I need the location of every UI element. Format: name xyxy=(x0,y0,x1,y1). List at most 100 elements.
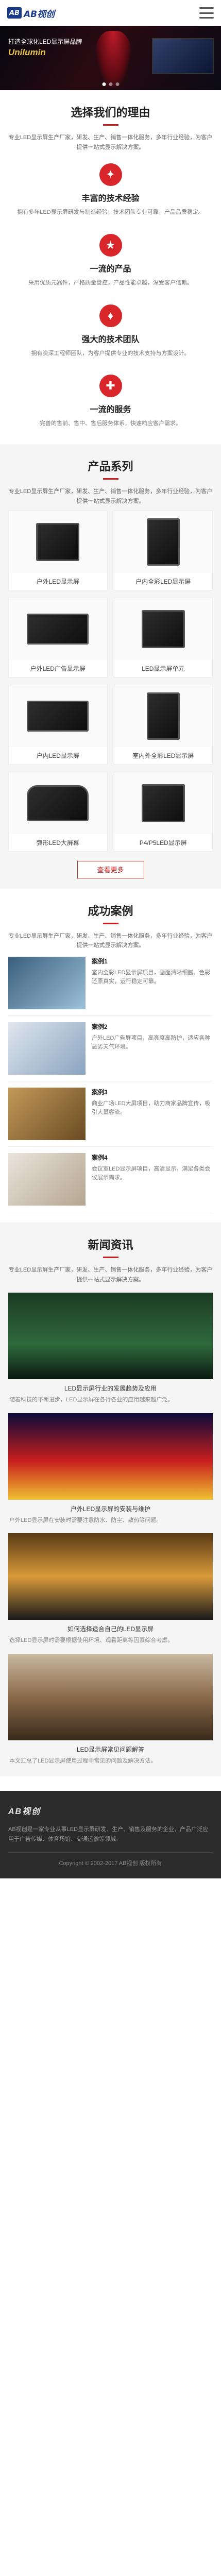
reason-desc: 拥有资深工程师团队，为客户提供专业的技术支持与方案设计。 xyxy=(31,350,190,357)
product-card[interactable]: 户内全彩LED显示屏 xyxy=(113,510,213,590)
product-grid: 户外LED显示屏 户内全彩LED显示屏 户外LED广告显示屏 LED显示屏单元 … xyxy=(8,510,213,852)
news-item[interactable]: LED显示屏常见问题解答 本文汇总了LED显示屏使用过程中常见的问题及解决方法。 xyxy=(8,1654,213,1766)
section-title: 成功案例 xyxy=(88,904,133,918)
title-divider xyxy=(103,124,118,126)
product-image xyxy=(9,685,107,747)
footer-text: AB视创是一家专业从事LED显示屏研发、生产、销售及服务的企业，产品广泛应用于广… xyxy=(8,1826,209,1843)
banner-pagination xyxy=(102,82,119,86)
news-item[interactable]: LED显示屏行业的发展趋势及应用 随着科技的不断进步，LED显示屏在各行各业的应… xyxy=(8,1293,213,1405)
product-card[interactable]: P4/P5LED显示屏 xyxy=(113,771,213,852)
product-name: 户内全彩LED显示屏 xyxy=(135,578,191,585)
top-bar: AB AB视创 xyxy=(0,0,221,26)
banner-brand: Unilumin xyxy=(8,47,46,57)
product-image xyxy=(9,772,107,834)
hero-banner[interactable]: 打造全球化LED显示屏品牌 Unilumin xyxy=(0,26,221,90)
news-desc: 选择LED显示屏时需要根据使用环境、观看距离等因素综合考虑。 xyxy=(9,1637,174,1644)
case-image xyxy=(8,1153,86,1206)
product-name: 户外LED显示屏 xyxy=(36,578,79,585)
product-card[interactable]: 弧形LED大屏幕 xyxy=(8,771,108,852)
banner-dot[interactable] xyxy=(115,82,119,86)
case-item[interactable]: 案例3 商业广场LED大屏项目，助力商家品牌宣传，吸引大量客流。 xyxy=(8,1081,213,1147)
section-title: 新闻资讯 xyxy=(88,1238,133,1251)
case-image xyxy=(8,1022,86,1075)
product-image xyxy=(9,511,107,573)
footer-logo: AB视创 xyxy=(8,1807,41,1816)
section-intro: 专业LED显示屏生产厂家，研发、生产、销售一体化服务，多年行业经验，为客户提供一… xyxy=(8,134,213,150)
banner-screen-image xyxy=(152,38,214,74)
news-caption: LED显示屏行业的发展趋势及应用 xyxy=(64,1385,157,1393)
title-divider xyxy=(103,478,118,480)
reason-title: 一流的服务 xyxy=(90,405,131,415)
reason-desc: 完善的售前、售中、售后服务体系，快速响应客户需求。 xyxy=(40,420,181,427)
banner-headline: 打造全球化LED显示屏品牌 xyxy=(8,38,82,45)
cases-section: 成功案例 专业LED显示屏生产厂家，研发、生产、销售一体化服务，多年行业经验，为… xyxy=(0,889,221,1223)
logo-text: AB视创 xyxy=(24,9,55,20)
case-title: 案例1 xyxy=(92,957,108,965)
experience-icon: ✦ xyxy=(99,163,122,187)
product-image xyxy=(114,598,212,660)
news-caption: LED显示屏常见问题解答 xyxy=(76,1746,145,1754)
section-intro: 专业LED显示屏生产厂家，研发、生产、销售一体化服务，多年行业经验，为客户提供一… xyxy=(8,933,213,949)
case-title: 案例2 xyxy=(92,1023,108,1030)
reason-title: 强大的技术团队 xyxy=(81,335,140,344)
reason-title: 一流的产品 xyxy=(90,265,131,274)
title-divider xyxy=(103,1256,118,1258)
news-desc: 随着科技的不断进步，LED显示屏在各行各业的应用越来越广泛。 xyxy=(9,1397,174,1403)
product-card[interactable]: 户内LED显示屏 xyxy=(8,684,108,765)
menu-icon[interactable] xyxy=(199,7,214,19)
site-footer: AB视创 AB视创是一家专业从事LED显示屏研发、生产、销售及服务的企业，产品广… xyxy=(0,1790,221,1879)
news-item[interactable]: 如何选择适合自己的LED显示屏 选择LED显示屏时需要根据使用环境、观看距离等因… xyxy=(8,1533,213,1646)
banner-figure-image xyxy=(95,31,131,88)
reason-item: ✚ 一流的服务 完善的售前、售中、售后服务体系，快速响应客户需求。 xyxy=(8,363,213,434)
product-image xyxy=(9,598,107,660)
product-image xyxy=(114,511,212,573)
reason-item: ✦ 丰富的技术经验 拥有多年LED显示屏研发与制造经验，技术团队专业可靠，产品品… xyxy=(8,152,213,223)
reason-item: ★ 一流的产品 采用优质元器件，严格质量管控，产品性能卓越，深受客户信赖。 xyxy=(8,223,213,293)
case-item[interactable]: 案例4 会议室LED显示屏项目，高清显示，满足各类会议展示需求。 xyxy=(8,1147,213,1212)
product-card[interactable]: 室内外全彩LED显示屏 xyxy=(113,684,213,765)
section-title: 选择我们的理由 xyxy=(71,106,150,119)
product-image xyxy=(114,772,212,834)
product-image xyxy=(114,685,212,747)
product-name: 弧形LED大屏幕 xyxy=(36,839,79,846)
team-icon: ♦ xyxy=(99,304,122,327)
case-desc: 室内全彩LED显示屏项目，画面清晰细腻，色彩还原真实，运行稳定可靠。 xyxy=(92,969,211,985)
product-name: 户内LED显示屏 xyxy=(36,752,79,759)
product-name: 室内外全彩LED显示屏 xyxy=(132,752,194,759)
case-image xyxy=(8,1087,86,1140)
case-desc: 会议室LED显示屏项目，高清显示，满足各类会议展示需求。 xyxy=(92,1165,211,1181)
case-item[interactable]: 案例2 户外LED广告屏项目，高亮度高防护，适应各种恶劣天气环境。 xyxy=(8,1016,213,1081)
product-card[interactable]: 户外LED广告显示屏 xyxy=(8,597,108,677)
section-intro: 专业LED显示屏生产厂家，研发、生产、销售一体化服务，多年行业经验，为客户提供一… xyxy=(8,1266,213,1283)
reason-desc: 采用优质元器件，严格质量管控，产品性能卓越，深受客户信赖。 xyxy=(28,280,193,286)
case-desc: 户外LED广告屏项目，高亮度高防护，适应各种恶劣天气环境。 xyxy=(92,1035,211,1050)
news-image xyxy=(8,1654,213,1741)
section-title: 产品系列 xyxy=(88,460,133,473)
product-card[interactable]: LED显示屏单元 xyxy=(113,597,213,677)
section-intro: 专业LED显示屏生产厂家，研发、生产、销售一体化服务，多年行业经验，为客户提供一… xyxy=(8,488,213,504)
product-name: LED显示屏单元 xyxy=(142,665,185,672)
news-caption: 如何选择适合自己的LED显示屏 xyxy=(67,1625,154,1633)
case-image xyxy=(8,956,86,1009)
news-caption: 户外LED显示屏的安装与维护 xyxy=(70,1505,151,1513)
case-title: 案例3 xyxy=(92,1088,108,1096)
star-icon: ★ xyxy=(99,234,122,257)
site-logo[interactable]: AB AB视创 xyxy=(7,7,55,20)
products-section: 产品系列 专业LED显示屏生产厂家，研发、生产、销售一体化服务，多年行业经验，为… xyxy=(0,444,221,889)
products-more-button[interactable]: 查看更多 xyxy=(77,860,144,878)
product-name: P4/P5LED显示屏 xyxy=(139,839,187,846)
footer-copyright: Copyright © 2002-2017 AB视创 版权所有 xyxy=(8,1852,213,1867)
news-item[interactable]: 户外LED显示屏的安装与维护 户外LED显示屏在安装时需要注意防水、防尘、散热等… xyxy=(8,1413,213,1526)
reasons-section: 选择我们的理由 专业LED显示屏生产厂家，研发、生产、销售一体化服务，多年行业经… xyxy=(0,90,221,444)
case-item[interactable]: 案例1 室内全彩LED显示屏项目，画面清晰细腻，色彩还原真实，运行稳定可靠。 xyxy=(8,951,213,1016)
reason-title: 丰富的技术经验 xyxy=(81,194,140,204)
news-image xyxy=(8,1293,213,1380)
title-divider xyxy=(103,922,118,924)
service-icon: ✚ xyxy=(99,375,122,398)
banner-dot[interactable] xyxy=(109,82,112,86)
news-image xyxy=(8,1413,213,1500)
logo-mark: AB xyxy=(7,7,22,19)
news-image xyxy=(8,1533,213,1620)
product-card[interactable]: 户外LED显示屏 xyxy=(8,510,108,590)
banner-dot[interactable] xyxy=(102,82,106,86)
